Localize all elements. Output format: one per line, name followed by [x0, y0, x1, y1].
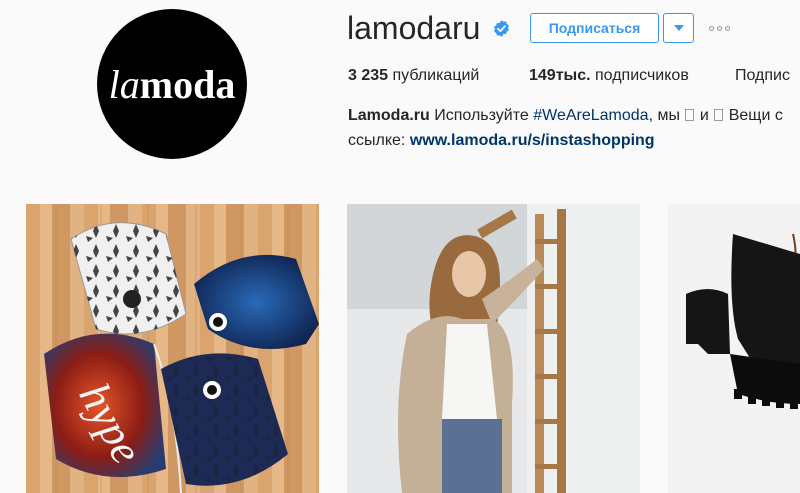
stat-followers[interactable]: 149тыс. подписчиков [529, 67, 689, 85]
woman-image [347, 204, 640, 493]
dot-icon [717, 25, 722, 31]
post-thumbnail-backpacks[interactable]: hype [26, 204, 319, 493]
backpacks-image: hype [44, 204, 319, 493]
lamoda-logo: la moda [109, 61, 236, 108]
bio-line-2: ссылке: www.lamoda.ru/s/instashopping [348, 132, 655, 150]
bio-text-4: Вещи с [728, 107, 783, 124]
profile-username: lamodaru [347, 10, 481, 46]
emoji-placeholder-icon [714, 109, 724, 121]
bio-line-1: Lamoda.ru Используйте #WeAreLamoda, мы и… [348, 107, 783, 125]
more-options-icon[interactable] [709, 18, 739, 38]
followers-label: подписчиков [595, 67, 689, 84]
bio-name: Lamoda.ru [348, 107, 430, 124]
bio-link-prefix: ссылке: [348, 132, 406, 149]
logo-text-moda: moda [139, 61, 236, 107]
bio-link[interactable]: www.lamoda.ru/s/instashopping [410, 132, 655, 149]
following-label: Подпис [735, 67, 790, 84]
dot-icon [709, 25, 714, 31]
bio-text: Используйте [434, 107, 529, 124]
stat-posts: 3 235 публикаций [348, 67, 479, 85]
verified-badge-icon [494, 20, 509, 37]
bio-text-3: и [699, 107, 709, 124]
dot-icon [725, 25, 730, 31]
logo-text-la: la [108, 61, 140, 107]
post-thumbnail-boot[interactable] [668, 204, 800, 493]
posts-count: 3 235 [348, 67, 389, 84]
emoji-placeholder-icon [685, 109, 695, 121]
followers-count: 149тыс. [529, 67, 591, 84]
chevron-down-icon [673, 25, 684, 31]
stat-following[interactable]: Подпис [735, 67, 790, 85]
profile-avatar[interactable]: la moda [97, 9, 247, 159]
suggestions-dropdown-button[interactable] [663, 13, 694, 43]
follow-button[interactable]: Подписаться [530, 13, 659, 43]
posts-label: публикаций [392, 67, 480, 84]
boot-image [686, 233, 800, 409]
post-thumbnail-woman[interactable] [347, 204, 640, 493]
bio-text-2: , мы [648, 107, 680, 124]
bio-hashtag[interactable]: #WeAreLamoda [533, 107, 648, 124]
